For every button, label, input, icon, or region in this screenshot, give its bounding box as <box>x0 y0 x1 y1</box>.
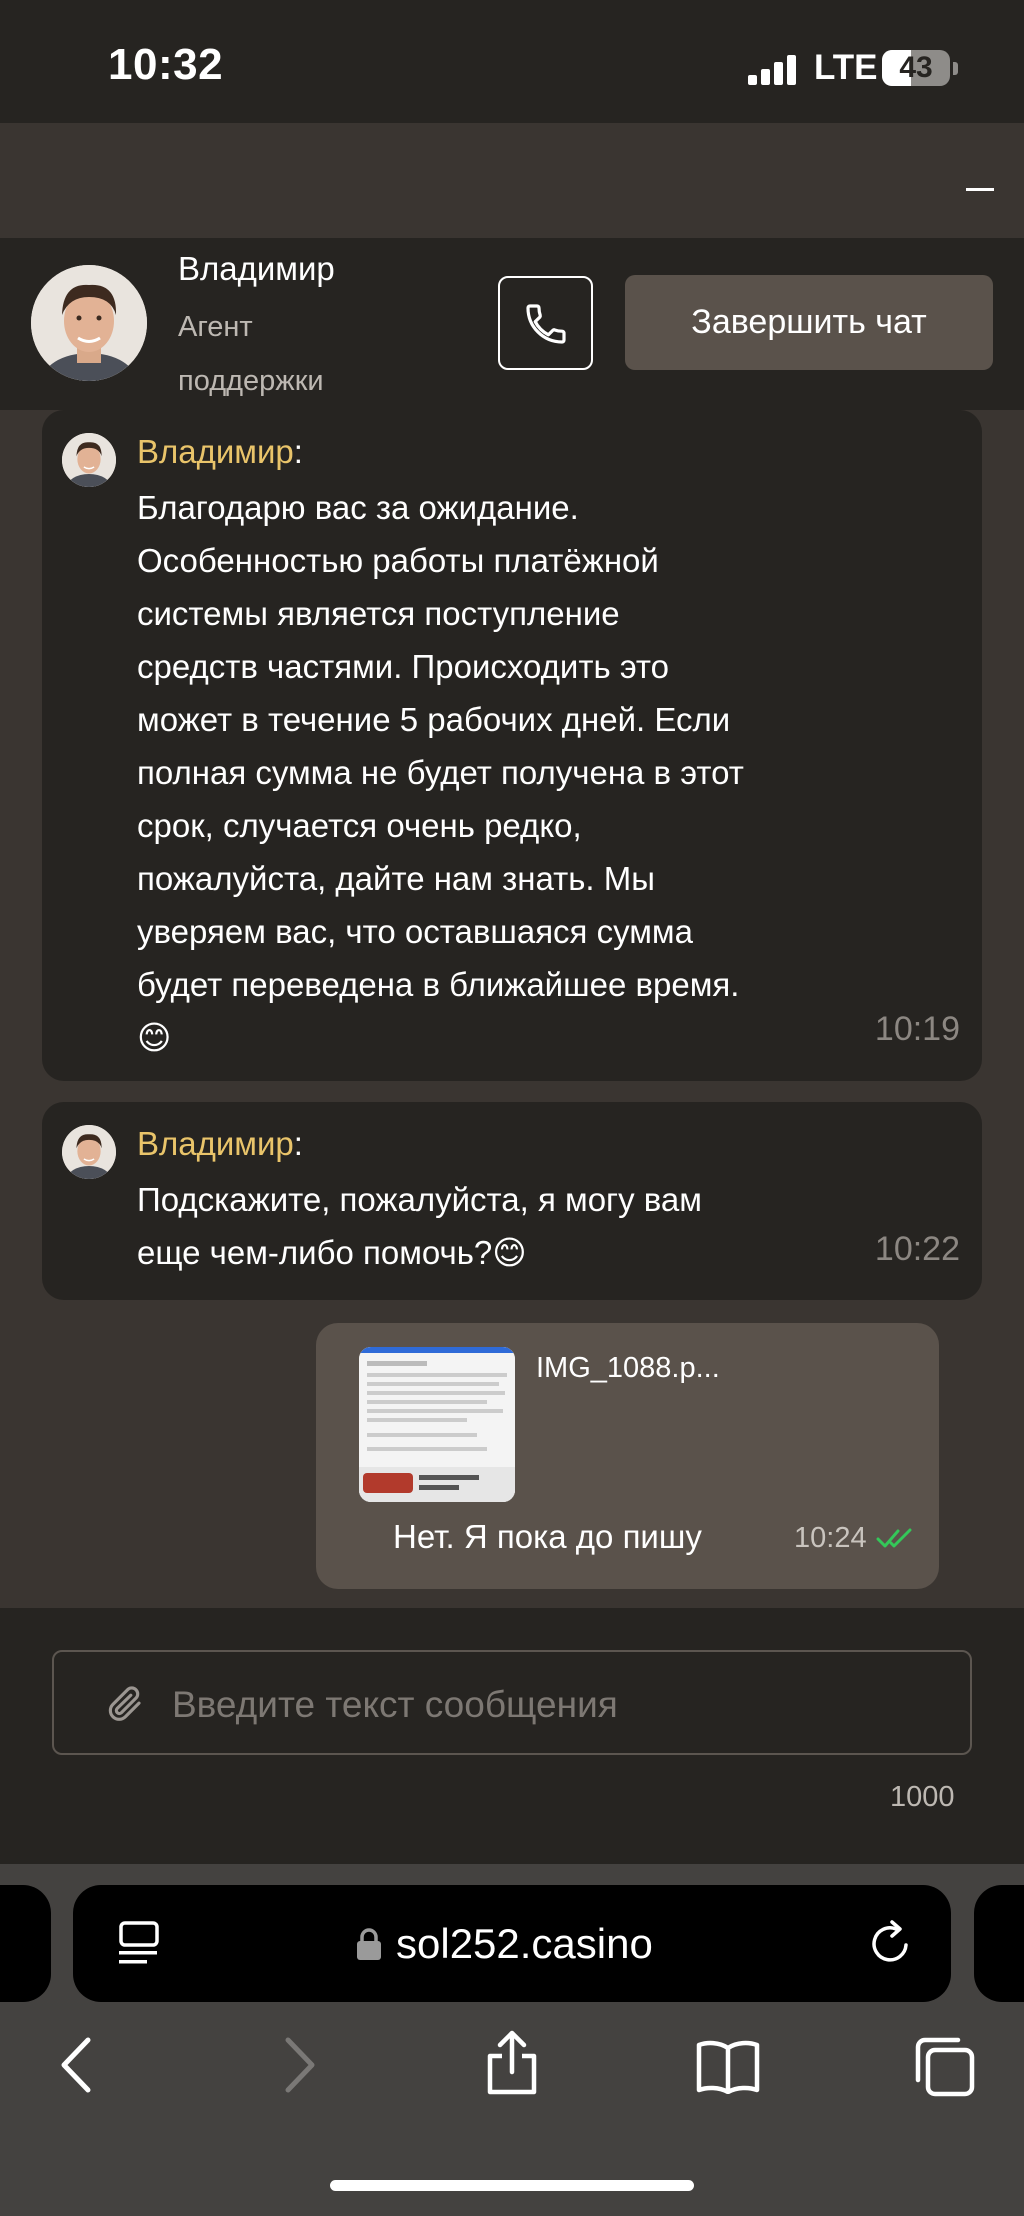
chat-widget-topbar <box>0 123 1024 238</box>
end-chat-button[interactable]: Завершить чат <box>625 275 993 370</box>
attachment-name[interactable]: IMG_1088.p... <box>536 1352 720 1385</box>
lock-icon <box>357 1928 381 1960</box>
next-tab[interactable] <box>974 1885 1024 2002</box>
sender-avatar <box>62 1125 116 1179</box>
sender-name: Владимир: <box>137 1125 303 1162</box>
reader-mode-icon[interactable] <box>118 1920 160 1966</box>
battery-level: 43 <box>899 51 933 84</box>
call-button[interactable] <box>498 276 593 370</box>
incoming-message: Владимир: Благодарю вас за ожидание. Осо… <box>42 410 982 1081</box>
message-time: 10:19 <box>874 1010 960 1048</box>
tabs-icon[interactable] <box>914 2036 976 2098</box>
reload-icon[interactable] <box>868 1920 914 1966</box>
char-counter: 1000 <box>890 1781 955 1813</box>
outgoing-message-time: 10:24 <box>794 1522 867 1554</box>
agent-name: Владимир <box>178 250 335 287</box>
incoming-message: Владимир: Подскажите, пожалуйста, я могу… <box>42 1102 982 1300</box>
url-text[interactable]: sol252.casino <box>396 1920 653 1968</box>
message-time: 10:22 <box>874 1230 960 1268</box>
status-time: 10:32 <box>108 40 224 89</box>
share-icon[interactable] <box>484 2030 540 2096</box>
agent-avatar <box>31 265 147 381</box>
forward-icon[interactable] <box>278 2036 318 2094</box>
message-input-placeholder: Введите текст сообщения <box>172 1684 618 1725</box>
message-text: Благодарю вас за ожидание. Особенностью … <box>137 489 744 1056</box>
battery-tip <box>953 62 958 75</box>
paperclip-icon[interactable] <box>104 1682 146 1726</box>
agent-role: Агент поддержки <box>178 311 324 397</box>
home-indicator <box>330 2180 694 2191</box>
previous-tab[interactable] <box>0 1885 51 2002</box>
double-check-icon <box>876 1528 912 1548</box>
signal-strength-icon <box>748 53 796 85</box>
outgoing-message-text: Нет. Я пока до пишу <box>393 1518 702 1555</box>
sender-name: Владимир: <box>137 433 303 470</box>
attachment-thumbnail[interactable] <box>359 1347 515 1502</box>
back-icon[interactable] <box>58 2036 98 2094</box>
bookmarks-icon[interactable] <box>695 2038 761 2094</box>
network-type: LTE <box>814 48 878 87</box>
minimize-icon[interactable] <box>966 188 994 191</box>
sender-avatar <box>62 433 116 487</box>
battery-icon: 43 <box>882 50 950 86</box>
message-input[interactable]: Введите текст сообщения <box>52 1650 972 1755</box>
phone-icon <box>526 304 566 344</box>
message-text: Подскажите, пожалуйста, я могу вам еще ч… <box>137 1181 702 1271</box>
status-bar: 10:32 LTE 43 <box>0 0 1024 123</box>
